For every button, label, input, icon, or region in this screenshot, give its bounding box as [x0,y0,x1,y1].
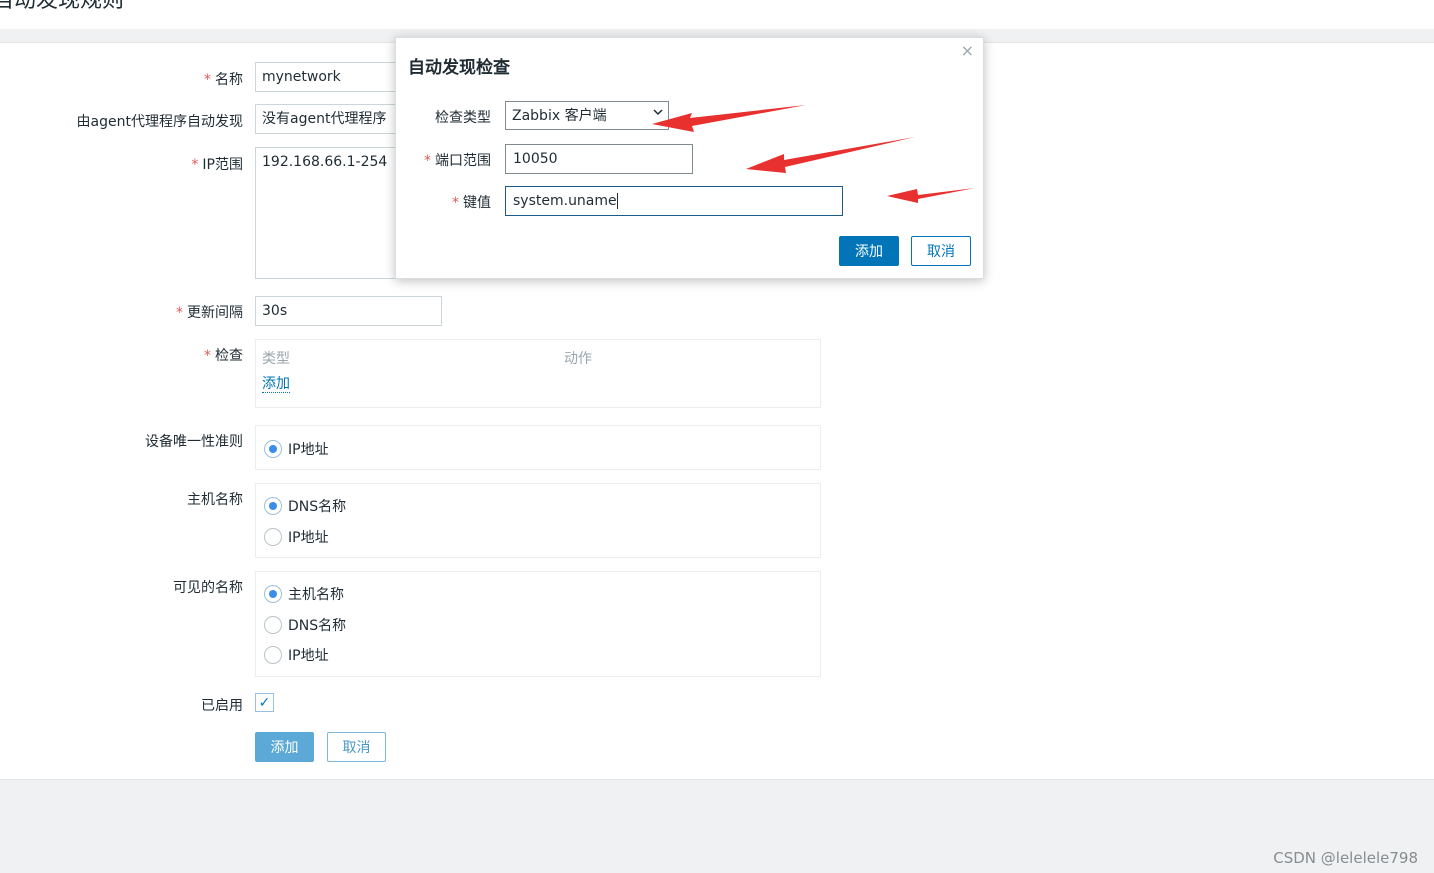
port-range-input[interactable]: 10050 [505,144,693,174]
radio-unselected[interactable] [264,646,282,664]
text-cursor [616,193,618,209]
visible-name-option-host[interactable]: 主机名称 [264,584,344,604]
proxy-label: 由agent代理程序自动发现 [76,114,243,130]
checkmark-icon: ✓ [258,694,271,711]
interval-label: * 更新间隔 [176,305,243,321]
checks-table: 类型 动作 添加 [255,339,821,408]
radio-selected[interactable] [264,585,282,603]
form-cancel-button[interactable]: 取消 [327,732,386,762]
enabled-label: 已启用 [201,698,243,714]
port-range-label: * 端口范围 [424,153,491,169]
uniqueness-label: 设备唯一性准则 [145,434,243,450]
dialog-title: 自动发现检查 [408,58,510,78]
checks-col-type: 类型 [262,351,290,367]
interval-input[interactable]: 30s [255,296,442,326]
dialog-cancel-button[interactable]: 取消 [911,236,971,266]
enabled-checkbox[interactable]: ✓ [255,693,274,712]
visible-name-option-ip[interactable]: IP地址 [264,645,329,665]
discovery-check-dialog: 自动发现检查 × 检查类型 Zabbix 客户端 * 端口范围 10050 * 键值… [395,37,984,279]
page-title: 自动发现规则 [0,0,125,13]
visible-name-group: 主机名称 DNS名称 IP地址 [255,571,821,677]
radio-unselected[interactable] [264,528,282,546]
host-name-group: DNS名称 IP地址 [255,483,821,558]
key-input[interactable]: system.uname [505,186,843,216]
key-label: * 键值 [452,195,491,211]
form-add-button[interactable]: 添加 [255,732,314,762]
visible-name-option-dns[interactable]: DNS名称 [264,615,346,635]
checks-col-action: 动作 [564,351,592,367]
name-label: * 名称 [204,72,243,88]
radio-selected[interactable] [264,497,282,515]
uniqueness-group: IP地址 [255,425,821,470]
check-type-select[interactable]: Zabbix 客户端 [505,101,669,130]
uniqueness-option-ip[interactable]: IP地址 [264,439,329,459]
radio-unselected[interactable] [264,616,282,634]
page-footer: CSDN @lelelele798 [0,779,1434,873]
checks-add-link[interactable]: 添加 [262,376,290,393]
chevron-down-icon [652,106,664,122]
check-type-label: 检查类型 [435,110,491,126]
host-name-option-dns[interactable]: DNS名称 [264,496,346,516]
radio-selected[interactable] [264,440,282,458]
host-name-label: 主机名称 [187,492,243,508]
watermark: CSDN @lelelele798 [1273,849,1418,867]
dialog-add-button[interactable]: 添加 [839,236,899,266]
checks-label: * 检查 [204,348,243,364]
ip-range-label: * IP范围 [191,157,243,173]
host-name-option-ip[interactable]: IP地址 [264,527,329,547]
close-icon[interactable]: × [961,41,974,60]
visible-name-label: 可见的名称 [173,580,243,596]
